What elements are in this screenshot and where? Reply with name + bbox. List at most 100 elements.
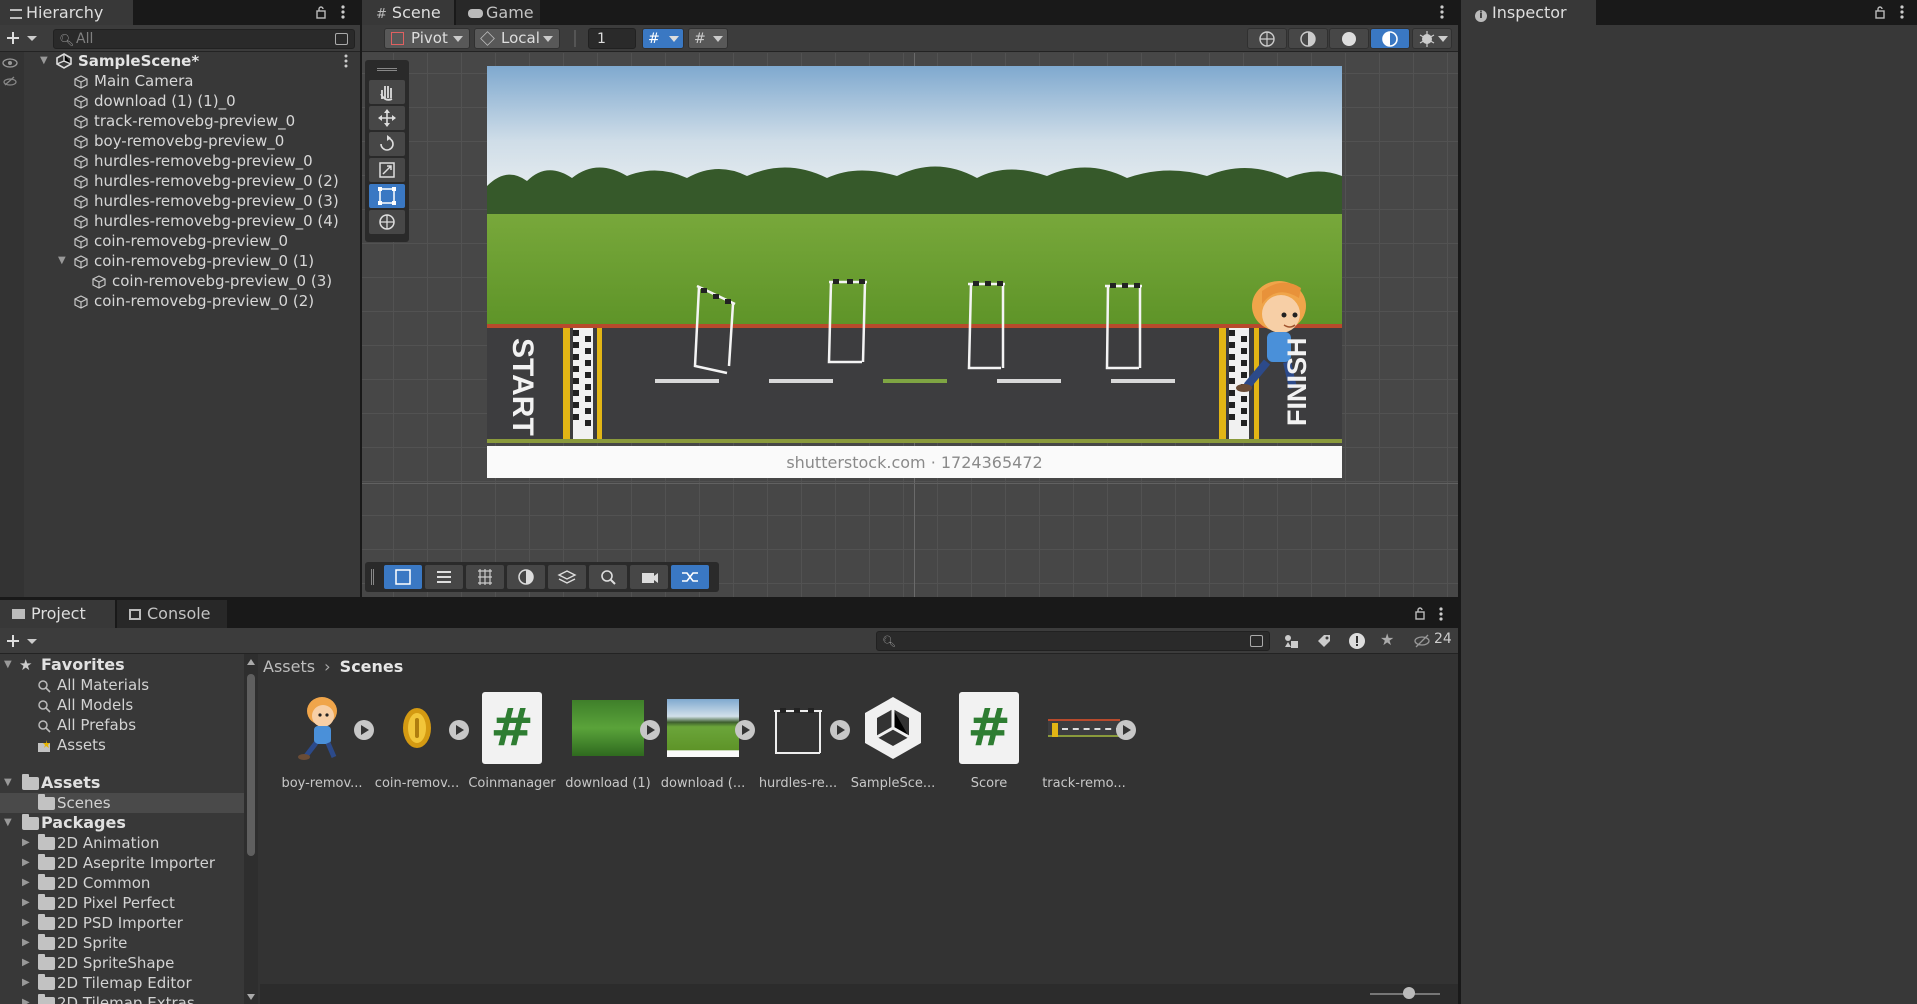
tab-game[interactable]: Game [456,0,540,25]
hierarchy-item[interactable]: ▼ coin-removebg-preview_0 (1) [0,251,360,271]
package-folder-row[interactable]: ▶ 2D Common [0,873,258,893]
hierarchy-item[interactable]: hurdles-removebg-preview_0 (4) [0,211,360,231]
asset-item[interactable]: # Coinmanager [466,692,558,792]
scroll-thumb[interactable] [247,674,255,856]
sprite-editor-toggle[interactable] [384,565,422,589]
expand-caret-icon[interactable]: ▼ [4,818,14,828]
search-scope-icon[interactable] [1250,635,1263,647]
shading-toggle[interactable] [1329,28,1369,49]
package-folder-row[interactable]: ▶ 2D Sprite [0,933,258,953]
layers-toggle[interactable] [548,565,586,589]
asset-item[interactable]: download (1) [562,692,660,792]
expand-caret-icon[interactable]: ▼ [4,778,14,788]
shuffle-toggle[interactable] [671,565,709,589]
asset-item[interactable]: boy-remov... [276,692,374,792]
hierarchy-item[interactable]: boy-removebg-preview_0 [0,131,360,151]
create-dropdown-button[interactable] [5,631,39,651]
scene-kebab-menu-icon[interactable] [1439,4,1445,20]
zoom-toggle[interactable] [589,565,627,589]
collapsed-caret-icon[interactable]: ▶ [22,838,32,848]
gizmos-dropdown[interactable] [1412,28,1452,49]
hierarchy-item[interactable]: coin-removebg-preview_0 (2) [0,291,360,311]
package-folder-row[interactable]: ▶ 2D SpriteShape [0,953,258,973]
collapsed-caret-icon[interactable]: ▶ [22,958,32,968]
hierarchy-item[interactable]: track-removebg-preview_0 [0,111,360,131]
scene-root-row[interactable]: ▼ SampleScene* [0,51,360,71]
favorite-star-icon[interactable]: ★ [1380,631,1398,649]
filter-type-icon[interactable] [1282,632,1300,650]
hand-tool-button[interactable] [369,80,405,104]
breadcrumb-assets[interactable]: Assets [263,657,315,676]
draw-mode-button[interactable] [1247,28,1287,49]
breadcrumb-scenes[interactable]: Scenes [340,657,404,676]
asset-item[interactable]: coin-remov... [371,692,469,792]
scene-kebab-icon[interactable] [343,53,349,69]
add-dropdown-button[interactable] [5,28,39,48]
tab-inspector[interactable]: i Inspector [1461,0,1596,25]
camera-toggle[interactable] [630,565,668,589]
asset-item[interactable]: track-remo... [1038,692,1136,792]
favorites-header[interactable]: ▼ ★ Favorites [0,655,258,675]
hierarchy-item[interactable]: download (1) (1)_0 [0,91,360,111]
project-search-input[interactable]: 🔍︎ [876,631,1270,651]
scale-tool-button[interactable] [369,158,405,182]
hierarchy-item[interactable]: hurdles-removebg-preview_0 (2) [0,171,360,191]
hierarchy-item[interactable]: hurdles-removebg-preview_0 [0,151,360,171]
move-tool-button[interactable] [369,106,405,130]
folder-scenes-row[interactable]: Scenes [0,793,258,813]
expand-caret-icon[interactable]: ▼ [4,660,14,670]
project-lock-icon[interactable] [1415,606,1425,620]
collapsed-caret-icon[interactable]: ▶ [22,858,32,868]
filter-log-icon[interactable] [1348,632,1366,650]
collapsed-caret-icon[interactable]: ▶ [22,918,32,928]
tab-scene[interactable]: # Scene [362,0,454,25]
lighting-toggle[interactable] [1288,28,1328,49]
expand-sprite-arrow-icon[interactable] [1116,720,1136,740]
icon-size-slider-thumb[interactable] [1403,987,1415,999]
collapsed-caret-icon[interactable]: ▶ [22,878,32,888]
hidden-packages-toggle[interactable]: 24 [1413,630,1455,650]
hierarchy-item[interactable]: coin-removebg-preview_0 (3) [0,271,360,291]
package-folder-row[interactable]: ▶ 2D Pixel Perfect [0,893,258,913]
grid-snap-field[interactable]: 1 [588,28,636,49]
hierarchy-item[interactable]: Main Camera [0,71,360,91]
package-folder-row[interactable]: ▶ 2D Tilemap Extras [0,993,258,1004]
asset-item[interactable]: SampleSce... [847,692,939,792]
asset-item[interactable]: # Score [943,692,1035,792]
game-background-sprite[interactable]: START FINISH shutterstock.com · 17243654… [487,66,1342,478]
filter-label-icon[interactable] [1315,632,1333,650]
collapsed-caret-icon[interactable]: ▶ [22,938,32,948]
search-mode-icon[interactable] [335,33,348,45]
project-kebab-icon[interactable] [1438,606,1444,622]
overlay-drag-handle[interactable] [371,569,374,585]
tab-hierarchy[interactable]: Hierarchy [0,0,133,25]
kebab-menu-icon[interactable] [340,4,346,20]
collapsed-caret-icon[interactable]: ▶ [22,978,32,988]
lock-icon[interactable] [316,5,326,19]
assets-root-row[interactable]: ▼ Assets [0,773,258,793]
package-folder-row[interactable]: ▶ 2D PSD Importer [0,913,258,933]
collapse-caret-icon[interactable]: ▼ [40,56,50,66]
packages-root-row[interactable]: ▼ Packages [0,813,258,833]
orientation-toggle[interactable] [507,565,545,589]
tilemap-toggle[interactable] [425,565,463,589]
favorite-item[interactable]: All Models [0,695,258,715]
increment-snap-toggle[interactable]: # [688,28,728,49]
package-folder-row[interactable]: ▶ 2D Aseprite Importer [0,853,258,873]
hierarchy-search-input[interactable]: 🔍︎ All [53,29,355,49]
collapsed-caret-icon[interactable]: ▶ [22,898,32,908]
hierarchy-item[interactable]: hurdles-removebg-preview_0 (3) [0,191,360,211]
inspector-lock-icon[interactable] [1875,5,1885,19]
asset-item[interactable]: download (... [657,692,755,792]
expand-caret-icon[interactable]: ▼ [58,256,68,266]
favorite-item[interactable]: All Prefabs [0,715,258,735]
asset-item[interactable]: hurdles-re... [752,692,850,792]
hierarchy-item[interactable]: coin-removebg-preview_0 [0,231,360,251]
tab-console[interactable]: Console [117,600,227,628]
scroll-down-arrow-icon[interactable] [247,994,255,1000]
2d-mode-toggle[interactable] [1370,28,1410,49]
package-folder-row[interactable]: ▶ 2D Animation [0,833,258,853]
palette-drag-handle[interactable] [377,68,397,71]
favorite-item[interactable]: Assets [0,735,258,755]
transform-tool-button[interactable] [369,210,405,234]
